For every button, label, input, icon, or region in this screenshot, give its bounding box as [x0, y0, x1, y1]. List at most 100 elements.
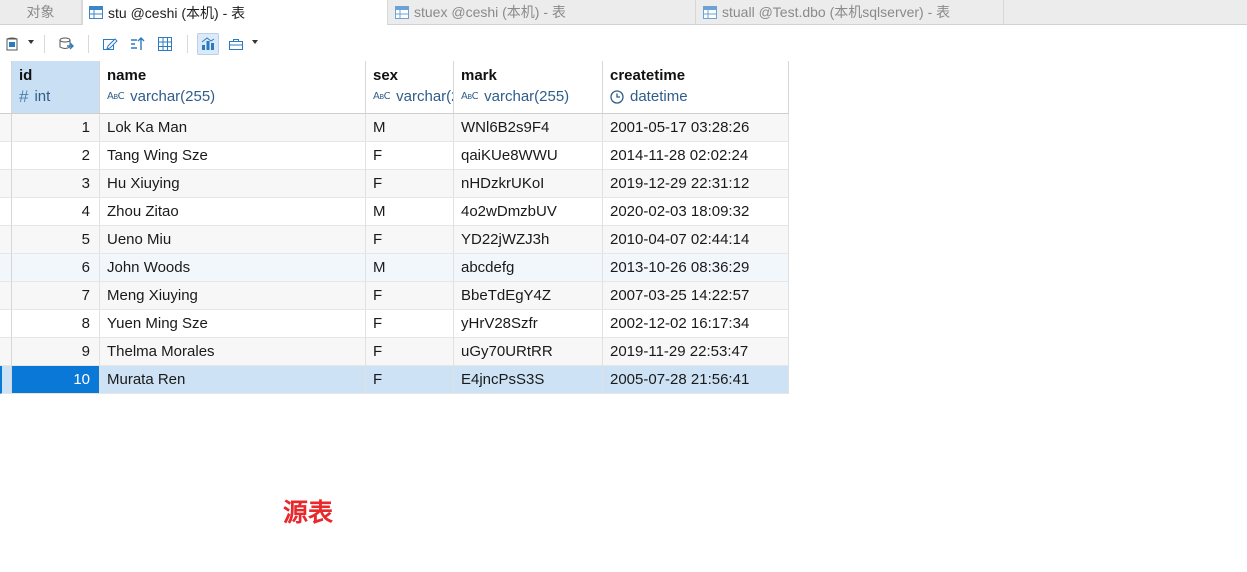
cell-createtime[interactable]: 2019-11-29 22:53:47 [603, 338, 789, 366]
storage-button[interactable] [1, 33, 23, 55]
cell-sex[interactable]: M [366, 254, 454, 282]
column-type-label: int [34, 88, 51, 105]
row-gutter[interactable] [0, 366, 12, 394]
cell-createtime[interactable]: 2001-05-17 03:28:26 [603, 114, 789, 142]
cell-mark[interactable]: YD22jWZJ3h [454, 226, 603, 254]
column-header-mark[interactable]: mark ABC varchar(255) [454, 61, 603, 114]
row-gutter[interactable] [0, 254, 12, 282]
cell-id[interactable]: 7 [12, 282, 100, 310]
table-row[interactable]: 7 Meng Xiuying F BbeTdEgY4Z 2007-03-25 14:22… [0, 282, 789, 310]
cell-mark[interactable]: E4jncPsS3S [454, 366, 603, 394]
table-icon [395, 5, 409, 19]
cell-id[interactable]: 9 [12, 338, 100, 366]
cell-id[interactable]: 6 [12, 254, 100, 282]
cell-id[interactable]: 8 [12, 310, 100, 338]
cell-id[interactable]: 10 [12, 366, 100, 394]
column-header-sex[interactable]: sex ABC varchar(255) [366, 61, 454, 114]
row-gutter[interactable] [0, 114, 12, 142]
cell-name[interactable]: Thelma Morales [100, 338, 366, 366]
column-header-createtime[interactable]: createtime datetime [603, 61, 789, 114]
cell-createtime[interactable]: 2019-12-29 22:31:12 [603, 170, 789, 198]
cell-name[interactable]: Lok Ka Man [100, 114, 366, 142]
column-header-name[interactable]: name ABC varchar(255) [100, 61, 366, 114]
cell-sex[interactable]: F [366, 226, 454, 254]
cell-createtime[interactable]: 2005-07-28 21:56:41 [603, 366, 789, 394]
cell-name[interactable]: Ueno Miu [100, 226, 366, 254]
column-type: ABC varchar(255) [373, 86, 453, 108]
abc-icon: ABC [461, 91, 479, 102]
tab-stuall[interactable]: stuall @Test.dbo (本机sqlserver) - 表 [697, 0, 1004, 24]
row-gutter[interactable] [0, 310, 12, 338]
table-row[interactable]: 1 Lok Ka Man M WNl6B2s9F4 2001-05-17 03:28:2… [0, 114, 789, 142]
filter-button[interactable] [126, 33, 148, 55]
cell-mark[interactable]: nHDzkrUKoI [454, 170, 603, 198]
tab-stu-label: stu @ceshi (本机) - 表 [108, 4, 246, 21]
caption-source-table: 源表 [283, 498, 334, 527]
column-type-label: varchar(255) [130, 88, 216, 105]
storage-dropdown-caret[interactable] [28, 40, 34, 44]
cell-sex[interactable]: F [366, 366, 454, 394]
cell-sex[interactable]: M [366, 198, 454, 226]
import-button[interactable] [55, 33, 77, 55]
cell-mark[interactable]: qaiKUe8WWU [454, 142, 603, 170]
cell-mark[interactable]: WNl6B2s9F4 [454, 114, 603, 142]
cell-mark[interactable]: 4o2wDmzbUV [454, 198, 603, 226]
chart-button[interactable] [197, 33, 219, 55]
row-gutter[interactable] [0, 170, 12, 198]
cell-name[interactable]: Meng Xiuying [100, 282, 366, 310]
table-row[interactable]: 10 Murata Ren F E4jncPsS3S 2005-07-28 21:56:… [0, 366, 789, 394]
toolbar-divider [44, 35, 45, 53]
cell-id[interactable]: 5 [12, 226, 100, 254]
cell-id[interactable]: 3 [12, 170, 100, 198]
column-type-label: varchar(255) [396, 88, 453, 105]
row-gutter[interactable] [0, 282, 12, 310]
cell-name[interactable]: Zhou Zitao [100, 198, 366, 226]
grid-view-button[interactable] [154, 33, 176, 55]
tab-stuex[interactable]: stuex @ceshi (本机) - 表 [389, 0, 696, 24]
cell-id[interactable]: 1 [12, 114, 100, 142]
cell-name[interactable]: John Woods [100, 254, 366, 282]
cell-id[interactable]: 4 [12, 198, 100, 226]
edit-button[interactable] [99, 33, 121, 55]
cell-name[interactable]: Hu Xiuying [100, 170, 366, 198]
cell-createtime[interactable]: 2014-11-28 02:02:24 [603, 142, 789, 170]
row-gutter[interactable] [0, 226, 12, 254]
cell-sex[interactable]: F [366, 282, 454, 310]
row-gutter[interactable] [0, 338, 12, 366]
tools-button[interactable] [225, 33, 247, 55]
table-row[interactable]: 5 Ueno Miu F YD22jWZJ3h 2010-04-07 02:44:14 [0, 226, 789, 254]
cell-id[interactable]: 2 [12, 142, 100, 170]
edit-icon [103, 38, 118, 50]
tab-objects[interactable]: 对象 [0, 0, 82, 24]
cell-sex[interactable]: F [366, 170, 454, 198]
table-row[interactable]: 6 John Woods Mabcdefg 2013-10-26 08:36:29 [0, 254, 789, 282]
cell-sex[interactable]: F [366, 310, 454, 338]
table-row[interactable]: 3 Hu Xiuying FnHDzkrUKoI 2019-12-29 22:31:1… [0, 170, 789, 198]
cell-mark[interactable]: abcdefg [454, 254, 603, 282]
cell-name[interactable]: Tang Wing Sze [100, 142, 366, 170]
cell-createtime[interactable]: 2007-03-25 14:22:57 [603, 282, 789, 310]
cell-name[interactable]: Murata Ren [100, 366, 366, 394]
cell-sex[interactable]: F [366, 142, 454, 170]
cell-mark[interactable]: yHrV28Szfr [454, 310, 603, 338]
row-gutter[interactable] [0, 142, 12, 170]
cell-sex[interactable]: M [366, 114, 454, 142]
tab-stu[interactable]: stu @ceshi (本机) - 表 [82, 0, 388, 25]
column-name: sex [373, 67, 399, 84]
cell-createtime[interactable]: 2010-04-07 02:44:14 [603, 226, 789, 254]
table-row[interactable]: 9 Thelma Morales FuGy70URtRR 2019-11-29 22:… [0, 338, 789, 366]
cell-sex[interactable]: F [366, 338, 454, 366]
column-type: # int [19, 86, 99, 108]
cell-createtime[interactable]: 2002-12-02 16:17:34 [603, 310, 789, 338]
cell-createtime[interactable]: 2020-02-03 18:09:32 [603, 198, 789, 226]
cell-mark[interactable]: uGy70URtRR [454, 338, 603, 366]
table-row[interactable]: 4 Zhou Zitao M 4o2wDmzbUV 2020-02-03 18:09:3… [0, 198, 789, 226]
tools-dropdown-caret[interactable] [252, 40, 258, 44]
cell-name[interactable]: Yuen Ming Sze [100, 310, 366, 338]
table-row[interactable]: 8 Yuen Ming Sze FyHrV28Szfr 2002-12-02 16:1… [0, 310, 789, 338]
column-header-id[interactable]: id # int [12, 61, 100, 114]
row-gutter[interactable] [0, 198, 12, 226]
cell-mark[interactable]: BbeTdEgY4Z [454, 282, 603, 310]
table-row[interactable]: 2 Tang Wing Sze FqaiKUe8WWU 2014-11-28 02:0… [0, 142, 789, 170]
cell-createtime[interactable]: 2013-10-26 08:36:29 [603, 254, 789, 282]
